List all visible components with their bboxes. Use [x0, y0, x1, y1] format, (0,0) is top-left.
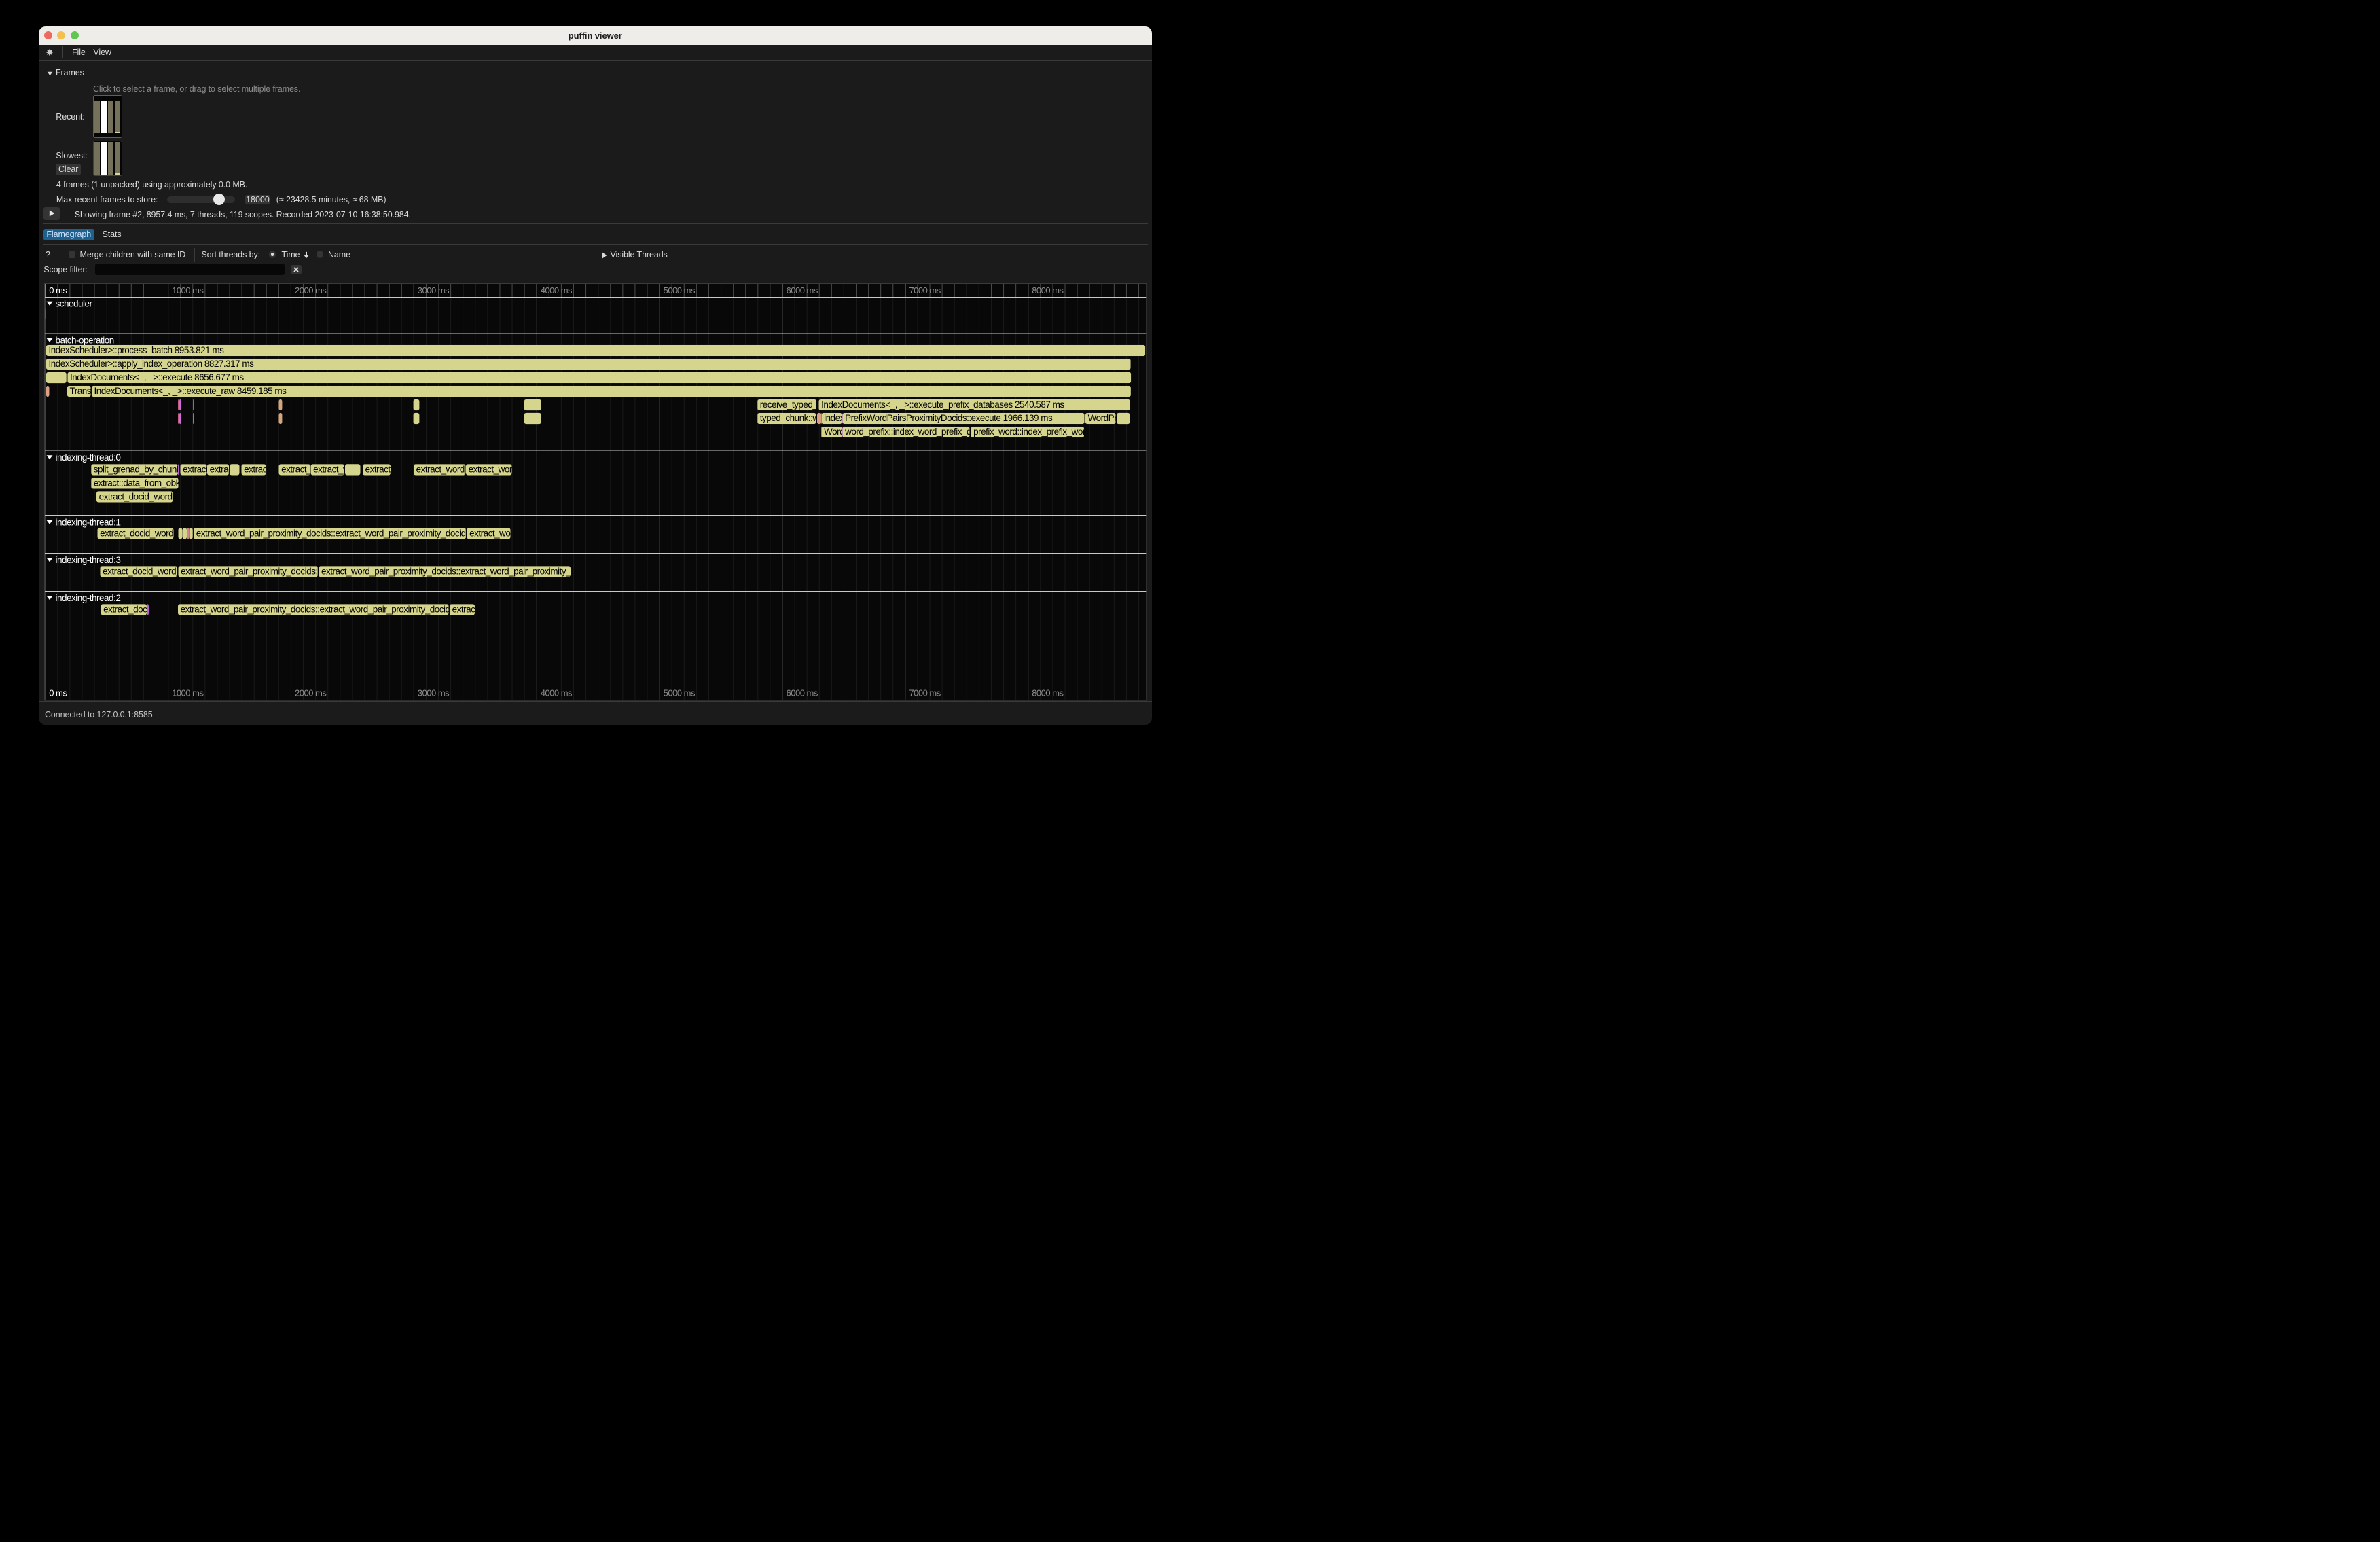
- svg-text:4000 ms: 4000 ms: [540, 285, 572, 295]
- svg-text:2000 ms: 2000 ms: [295, 285, 327, 295]
- svg-text:IndexDocuments<_, _>::execute: IndexDocuments<_, _>::execute 8656.677 m…: [70, 372, 244, 382]
- svg-text:indexing-thread:3: indexing-thread:3: [55, 555, 120, 565]
- svg-text:4000 ms: 4000 ms: [540, 688, 572, 698]
- svg-text:IndexDocuments<_, _>::execute_: IndexDocuments<_, _>::execute_raw 8459.1…: [94, 386, 287, 396]
- svg-text:7000 ms: 7000 ms: [909, 285, 941, 295]
- svg-text:1000 ms: 1000 ms: [172, 688, 204, 698]
- svg-text:IndexScheduler>::apply_index_o: IndexScheduler>::apply_index_operation 8…: [48, 359, 254, 369]
- svg-text:indexing-thread:2: indexing-thread:2: [55, 593, 120, 603]
- svg-text:split_grenad_by_chunks: split_grenad_by_chunks: [93, 464, 185, 474]
- svg-text:indexing-thread:1: indexing-thread:1: [55, 518, 120, 528]
- svg-text:8000 ms: 8000 ms: [1032, 688, 1064, 698]
- svg-text:extract_word_pair_proximity_do: extract_word_pair_proximity_docids::extr…: [180, 604, 454, 614]
- svg-text:IndexScheduler>::process_batch: IndexScheduler>::process_batch 8953.821 …: [48, 345, 224, 355]
- svg-text:5000 ms: 5000 ms: [663, 285, 695, 295]
- svg-text:indexing-thread:0: indexing-thread:0: [55, 452, 120, 463]
- svg-text:0 ms: 0 ms: [49, 285, 67, 295]
- svg-text:3000 ms: 3000 ms: [417, 285, 449, 295]
- svg-text:2000 ms: 2000 ms: [295, 688, 327, 698]
- svg-text:8000 ms: 8000 ms: [1032, 285, 1064, 295]
- svg-text:1000 ms: 1000 ms: [172, 285, 204, 295]
- svg-text:extract_word_pair_proximity_do: extract_word_pair_proximity_docids::extr…: [321, 566, 596, 576]
- svg-text:6000 ms: 6000 ms: [786, 285, 818, 295]
- svg-text:extract_word_pair_proximity_do: extract_word_pair_proximity_docids::extr…: [196, 528, 470, 538]
- svg-text:6000 ms: 6000 ms: [786, 688, 818, 698]
- svg-text:extract::data_from_obkv: extract::data_from_obkv: [93, 478, 184, 488]
- svg-text:7000 ms: 7000 ms: [909, 688, 941, 698]
- svg-text:0 ms: 0 ms: [49, 688, 67, 698]
- svg-text:scheduler: scheduler: [55, 299, 92, 309]
- svg-text:IndexDocuments<_, _>::execute_: IndexDocuments<_, _>::execute_prefix_dat…: [821, 399, 1064, 410]
- svg-text:PrefixWordPairsProximityDocids: PrefixWordPairsProximityDocids::execute …: [845, 413, 1053, 423]
- svg-text:word_prefix::index_word_prefix: word_prefix::index_word_prefix_docids: [844, 427, 992, 437]
- svg-text:5000 ms: 5000 ms: [663, 688, 695, 698]
- svg-text:3000 ms: 3000 ms: [417, 688, 449, 698]
- svg-text:batch-operation: batch-operation: [55, 336, 113, 346]
